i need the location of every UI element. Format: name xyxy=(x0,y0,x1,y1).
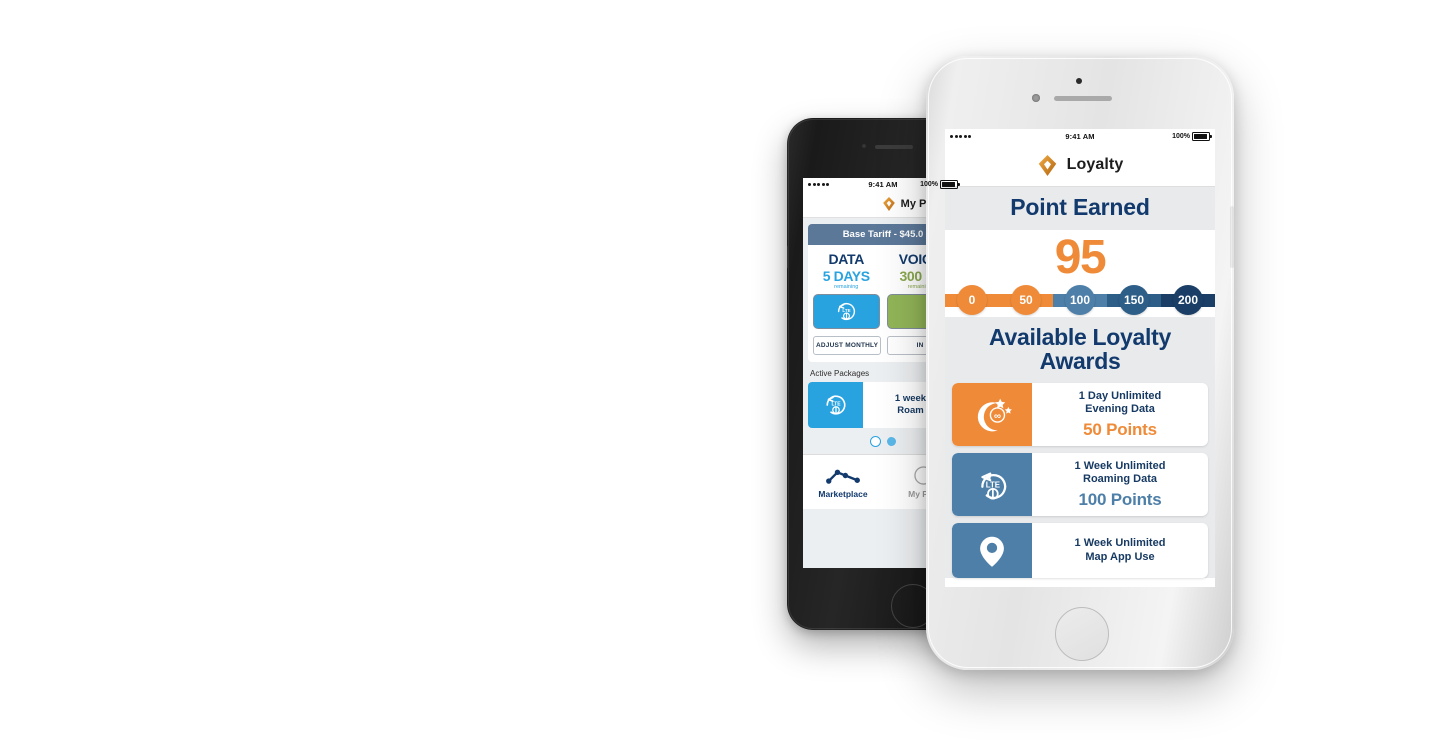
award-line2: Roaming Data xyxy=(1083,473,1157,486)
diamond-logo-icon xyxy=(882,197,896,211)
points-progress-meter: 0 50 100 150 200 xyxy=(945,283,1215,317)
points-earned-banner: Point Earned xyxy=(945,187,1215,230)
left-phone-volume-button[interactable] xyxy=(787,246,789,268)
lte-roaming-icon: LTE xyxy=(837,302,855,321)
svg-text:LTE: LTE xyxy=(842,308,850,313)
tab-marketplace[interactable]: Marketplace xyxy=(803,455,883,509)
marketplace-graph-icon xyxy=(826,469,860,484)
battery-icon xyxy=(1192,132,1212,141)
right-nav-bar: Loyalty xyxy=(945,144,1215,187)
adjust-monthly-button[interactable]: ADJUST MONTHLY xyxy=(813,336,882,355)
award-line2: Evening Data xyxy=(1085,403,1155,416)
award-body: 1 Week Unlimited Map App Use xyxy=(1032,523,1208,578)
svg-text:∞: ∞ xyxy=(994,411,1001,422)
right-battery-percent: 100% xyxy=(1172,133,1190,140)
usage-data-tile[interactable]: LTE xyxy=(813,294,880,329)
lte-roaming-icon: LTE xyxy=(825,395,846,415)
awards-title-line2: Awards xyxy=(1039,348,1121,375)
award-line1: 1 Day Unlimited xyxy=(1078,389,1162,402)
award-body: 1 Day Unlimited Evening Data 50 Points xyxy=(1032,383,1208,446)
right-status-battery-group: 100% xyxy=(1172,132,1212,141)
right-phone-front-camera-icon xyxy=(1076,78,1082,84)
award-icon-wrap: LTE xyxy=(952,453,1032,517)
meter-node-150[interactable]: 150 xyxy=(1119,285,1149,316)
battery-icon xyxy=(940,180,960,189)
lte-roaming-icon: LTE xyxy=(981,472,1007,500)
meter-node-200[interactable]: 200 xyxy=(1173,285,1203,316)
award-points: 50 Points xyxy=(1083,420,1157,440)
right-phone-device: 9:41 AM 100% Loyalty Point Earned 95 0 5… xyxy=(926,56,1234,670)
award-line1: 1 Week Unlimited xyxy=(1074,537,1166,550)
meter-nodes: 0 50 100 150 200 xyxy=(945,283,1215,317)
map-pin-icon xyxy=(980,536,1004,567)
right-status-bar: 9:41 AM 100% xyxy=(945,129,1215,144)
points-area: 95 0 50 100 150 200 xyxy=(945,230,1215,318)
pager-dot-2[interactable] xyxy=(887,437,896,446)
award-points: 100 Points xyxy=(1078,490,1162,510)
right-phone-home-button[interactable] xyxy=(1055,607,1109,661)
left-nav-title: My P xyxy=(900,198,927,210)
awards-heading: Available Loyalty Awards xyxy=(945,317,1215,384)
package-line2: Roam xyxy=(897,405,924,416)
usage-data-remaining: remaining xyxy=(834,284,859,290)
moon-stars-icon: ∞ xyxy=(977,398,1012,432)
usage-column-data: DATA 5 DAYS remaining LTE xyxy=(813,251,880,329)
award-card[interactable]: 1 Week Unlimited Map App Use xyxy=(952,523,1208,579)
right-phone-screen: 9:41 AM 100% Loyalty Point Earned 95 0 5… xyxy=(945,129,1215,587)
package-icon-wrap: LTE xyxy=(808,382,863,428)
usage-data-value: 5 DAYS xyxy=(822,268,870,284)
award-card[interactable]: LTE 1 Week Unlimited Roaming Data 100 Po… xyxy=(952,453,1208,517)
points-earned-label: Point Earned xyxy=(1010,194,1150,220)
meter-node-100[interactable]: 100 xyxy=(1065,285,1095,316)
package-line1: 1 week xyxy=(894,393,927,405)
right-phone-side-button[interactable] xyxy=(1230,206,1234,268)
right-phone-sensor-icon xyxy=(1032,94,1040,102)
usage-data-header: DATA xyxy=(828,251,865,267)
awards-title-line1: Available Loyalty xyxy=(989,324,1171,351)
award-line2: Map App Use xyxy=(1085,550,1155,563)
left-phone-earpiece-speaker xyxy=(875,145,913,149)
right-phone-earpiece-speaker xyxy=(1054,96,1112,101)
award-icon-wrap: ∞ xyxy=(952,383,1032,447)
tab-marketplace-label: Marketplace xyxy=(818,489,868,499)
pager-dot-1[interactable] xyxy=(870,436,881,447)
left-status-battery-group: 100% xyxy=(920,180,960,189)
awards-list: ∞ 1 Day Unlimited Evening Data 50 Points xyxy=(945,383,1215,579)
points-value: 95 xyxy=(1054,231,1107,284)
meter-node-0[interactable]: 0 xyxy=(957,285,987,316)
right-nav-title: Loyalty xyxy=(1066,156,1124,173)
diamond-logo-icon xyxy=(1037,154,1058,176)
left-battery-percent: 100% xyxy=(920,181,938,188)
award-icon-wrap xyxy=(952,523,1032,579)
scene-root: 9:41 AM 100% My P Base Tariff - $45.0 DA… xyxy=(0,0,1440,750)
award-line1: 1 Week Unlimited xyxy=(1074,459,1166,472)
left-phone-front-camera-icon xyxy=(861,143,867,149)
award-card[interactable]: ∞ 1 Day Unlimited Evening Data 50 Points xyxy=(952,383,1208,447)
award-body: 1 Week Unlimited Roaming Data 100 Points xyxy=(1032,453,1208,516)
meter-node-50[interactable]: 50 xyxy=(1011,285,1041,316)
